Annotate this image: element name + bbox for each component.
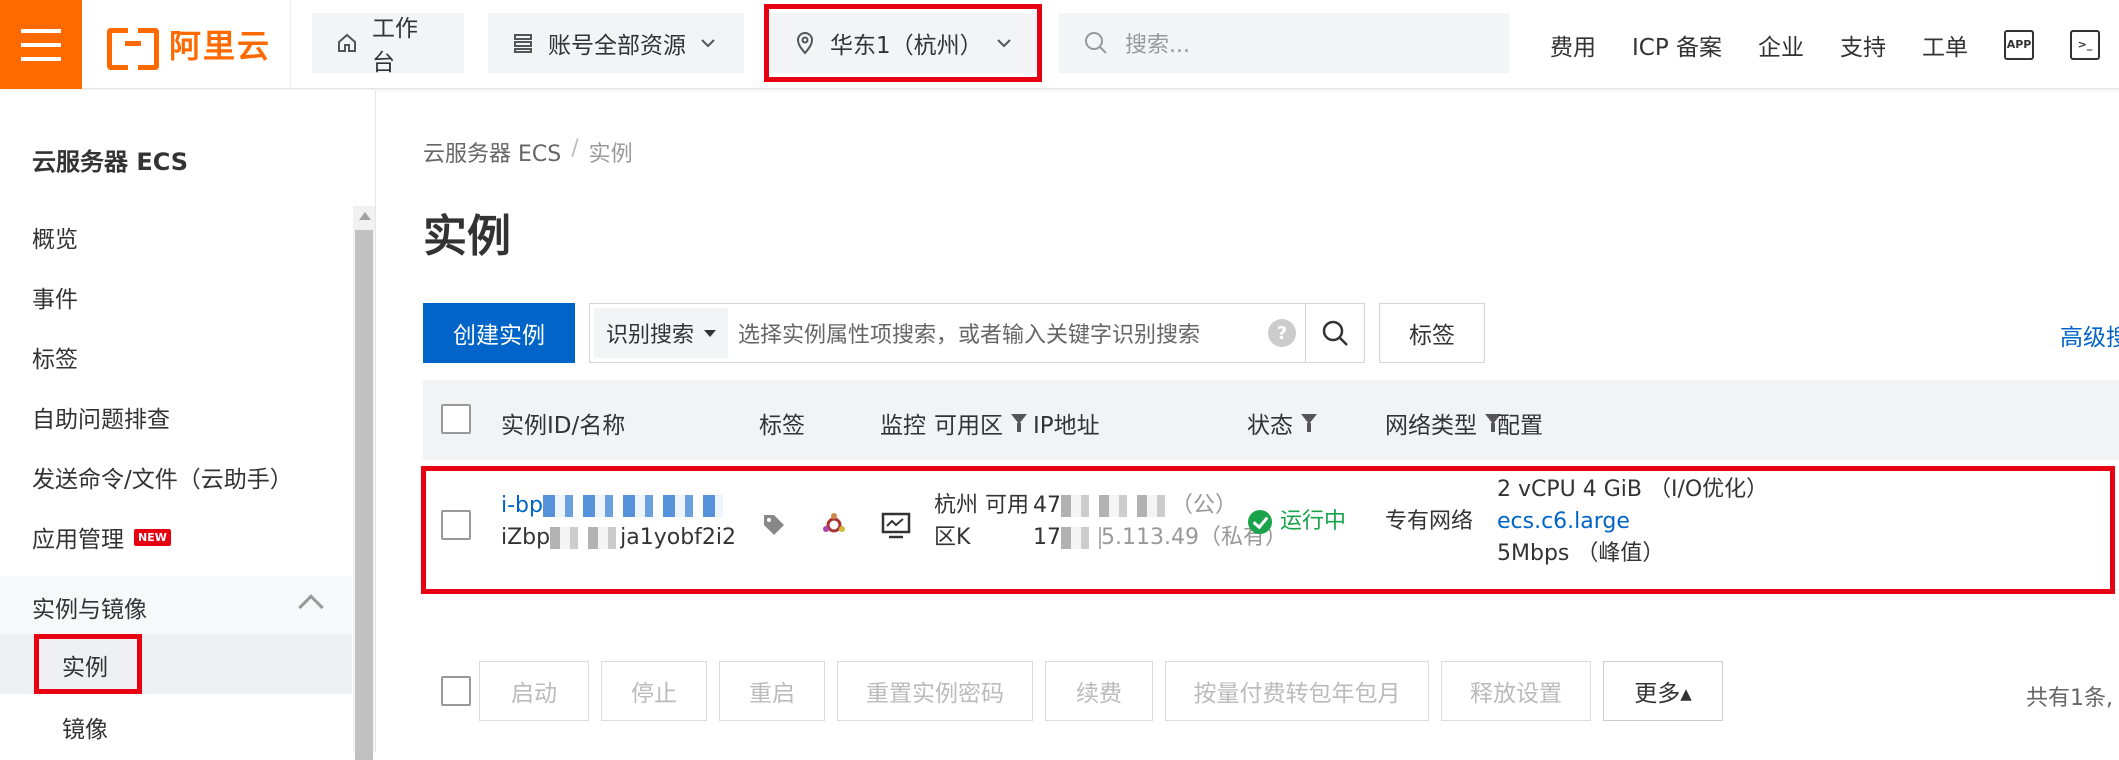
column-config: 配置	[1497, 413, 1543, 439]
release-settings-button[interactable]: 释放设置	[1441, 661, 1591, 721]
sidebar-group-label: 实例与镜像	[32, 597, 147, 623]
link-icp[interactable]: ICP 备案	[1632, 28, 1722, 62]
stack-icon	[514, 34, 532, 53]
resources-label: 账号全部资源	[548, 33, 686, 59]
resources-dropdown[interactable]: 账号全部资源	[488, 13, 744, 73]
select-all-checkbox[interactable]	[441, 404, 471, 434]
scroll-up-icon[interactable]	[359, 212, 371, 220]
sidebar-item-label: 应用管理	[32, 527, 124, 553]
instance-row-highlight	[421, 466, 2115, 594]
sidebar-item-label: 概览	[32, 227, 78, 253]
new-badge: NEW	[134, 528, 171, 546]
filter-type-label: 识别搜索	[606, 323, 695, 348]
search-button[interactable]	[1305, 303, 1365, 363]
link-ticket[interactable]: 工单	[1922, 28, 1968, 62]
stop-button[interactable]: 停止	[601, 661, 707, 721]
divider	[290, 0, 291, 89]
breadcrumb-ecs[interactable]: 云服务器 ECS	[423, 136, 561, 168]
sidebar-item-label: 发送命令/文件（云助手）	[32, 467, 293, 493]
sidebar: 云服务器 ECS 概览 事件 标签 自助问题排查 发送命令/文件（云助手） 应用…	[0, 90, 376, 760]
link-enterprise[interactable]: 企业	[1758, 28, 1804, 62]
sidebar-item-cloud-assistant[interactable]: 发送命令/文件（云助手）	[32, 460, 293, 494]
sidebar-scrollbar[interactable]	[353, 206, 375, 760]
filter-icon[interactable]	[1301, 414, 1317, 432]
column-status[interactable]: 状态	[1247, 406, 1317, 440]
chevron-up-icon	[298, 594, 324, 620]
workbench-button[interactable]: 工作台	[312, 13, 464, 76]
breadcrumb-separator: /	[571, 136, 579, 161]
breadcrumb-current: 实例	[588, 142, 633, 167]
convert-billing-button[interactable]: 按量付费转包年包月	[1165, 661, 1429, 721]
aliyun-logo[interactable]: 阿里云	[107, 22, 272, 70]
breadcrumb: 云服务器 ECS / 实例	[423, 136, 633, 168]
search-icon	[1085, 32, 1107, 54]
sidebar-item-app-management[interactable]: 应用管理 NEW	[32, 520, 171, 554]
column-network[interactable]: 网络类型	[1385, 406, 1501, 440]
help-icon[interactable]: ?	[1268, 319, 1296, 347]
region-highlight	[764, 4, 1042, 82]
link-cost[interactable]: 费用	[1550, 28, 1596, 62]
sidebar-item-overview[interactable]: 概览	[32, 220, 78, 254]
column-ip: IP地址	[1033, 413, 1100, 439]
column-zone[interactable]: 可用区	[934, 406, 1027, 440]
more-button[interactable]: 更多▴	[1603, 661, 1723, 721]
menu-icon[interactable]	[0, 0, 82, 89]
top-bar: 阿里云 工作台 账号全部资源 华东1（杭州） 搜索... 费用 ICP 备案 企…	[0, 0, 2119, 89]
create-instance-button[interactable]: 创建实例	[423, 303, 575, 363]
column-id: 实例ID/名称	[501, 413, 626, 439]
filter-type-select[interactable]: 识别搜索	[594, 308, 729, 358]
scroll-thumb[interactable]	[355, 230, 373, 760]
start-button[interactable]: 启动	[479, 661, 589, 721]
table-header: 实例ID/名称 标签 监控 可用区 IP地址 状态 网络类型 配置	[423, 380, 2119, 460]
filter-icon[interactable]	[1011, 414, 1027, 432]
sidebar-item-tags[interactable]: 标签	[32, 340, 78, 374]
instance-filter: 识别搜索 选择实例属性项搜索，或者输入关键字识别搜索 ?	[589, 303, 1313, 363]
top-links: 费用 ICP 备案 企业 支持 工单 APP >_	[1550, 0, 2101, 89]
column-monitor: 监控	[880, 413, 926, 439]
global-search-input[interactable]: 搜索...	[1059, 13, 1509, 73]
renew-button[interactable]: 续费	[1045, 661, 1153, 721]
sidebar-item-images[interactable]: 镜像	[62, 710, 108, 744]
sidebar-item-troubleshoot[interactable]: 自助问题排查	[32, 400, 170, 434]
instances-highlight	[34, 634, 142, 694]
terminal-icon[interactable]: >_	[2070, 29, 2101, 60]
link-support[interactable]: 支持	[1840, 28, 1886, 62]
search-placeholder: 搜索...	[1125, 33, 1190, 58]
tag-button[interactable]: 标签	[1379, 303, 1485, 363]
sidebar-group-instances-images[interactable]: 实例与镜像	[0, 576, 352, 634]
total-count: 共有1条, 每页	[2026, 686, 2119, 711]
aliyun-logo-icon	[107, 28, 159, 70]
app-icon[interactable]: APP	[2004, 29, 2035, 60]
footer-select-all-checkbox[interactable]	[441, 676, 471, 706]
caret-down-icon	[704, 329, 717, 337]
advanced-search-link[interactable]: 高级搜	[2060, 318, 2119, 352]
logo-text: 阿里云	[169, 27, 272, 65]
sidebar-title: 云服务器 ECS	[32, 148, 189, 176]
sidebar-item-label: 自助问题排查	[32, 407, 170, 433]
sidebar-item-events[interactable]: 事件	[32, 280, 78, 314]
filter-input[interactable]: 选择实例属性项搜索，或者输入关键字识别搜索	[728, 317, 1268, 349]
sidebar-item-label: 事件	[32, 287, 78, 313]
page-title: 实例	[423, 211, 511, 262]
restart-button[interactable]: 重启	[719, 661, 825, 721]
sidebar-item-label: 标签	[32, 347, 78, 373]
main-content: 云服务器 ECS / 实例 实例 创建实例 识别搜索 选择实例属性项搜索，或者输…	[377, 90, 2119, 752]
chevron-down-icon	[701, 39, 715, 48]
column-tag: 标签	[759, 413, 805, 439]
workbench-label: 工作台	[372, 16, 418, 76]
reset-password-button[interactable]: 重置实例密码	[837, 661, 1033, 721]
batch-actions: 启动 停止 重启 重置实例密码 续费 按量付费转包年包月 释放设置 更多▴ 共有…	[423, 656, 2119, 726]
home-icon	[338, 33, 356, 52]
search-icon	[1322, 320, 1348, 346]
column-network-label: 网络类型	[1385, 413, 1477, 439]
column-zone-label: 可用区	[934, 413, 1003, 439]
column-status-label: 状态	[1247, 413, 1293, 439]
